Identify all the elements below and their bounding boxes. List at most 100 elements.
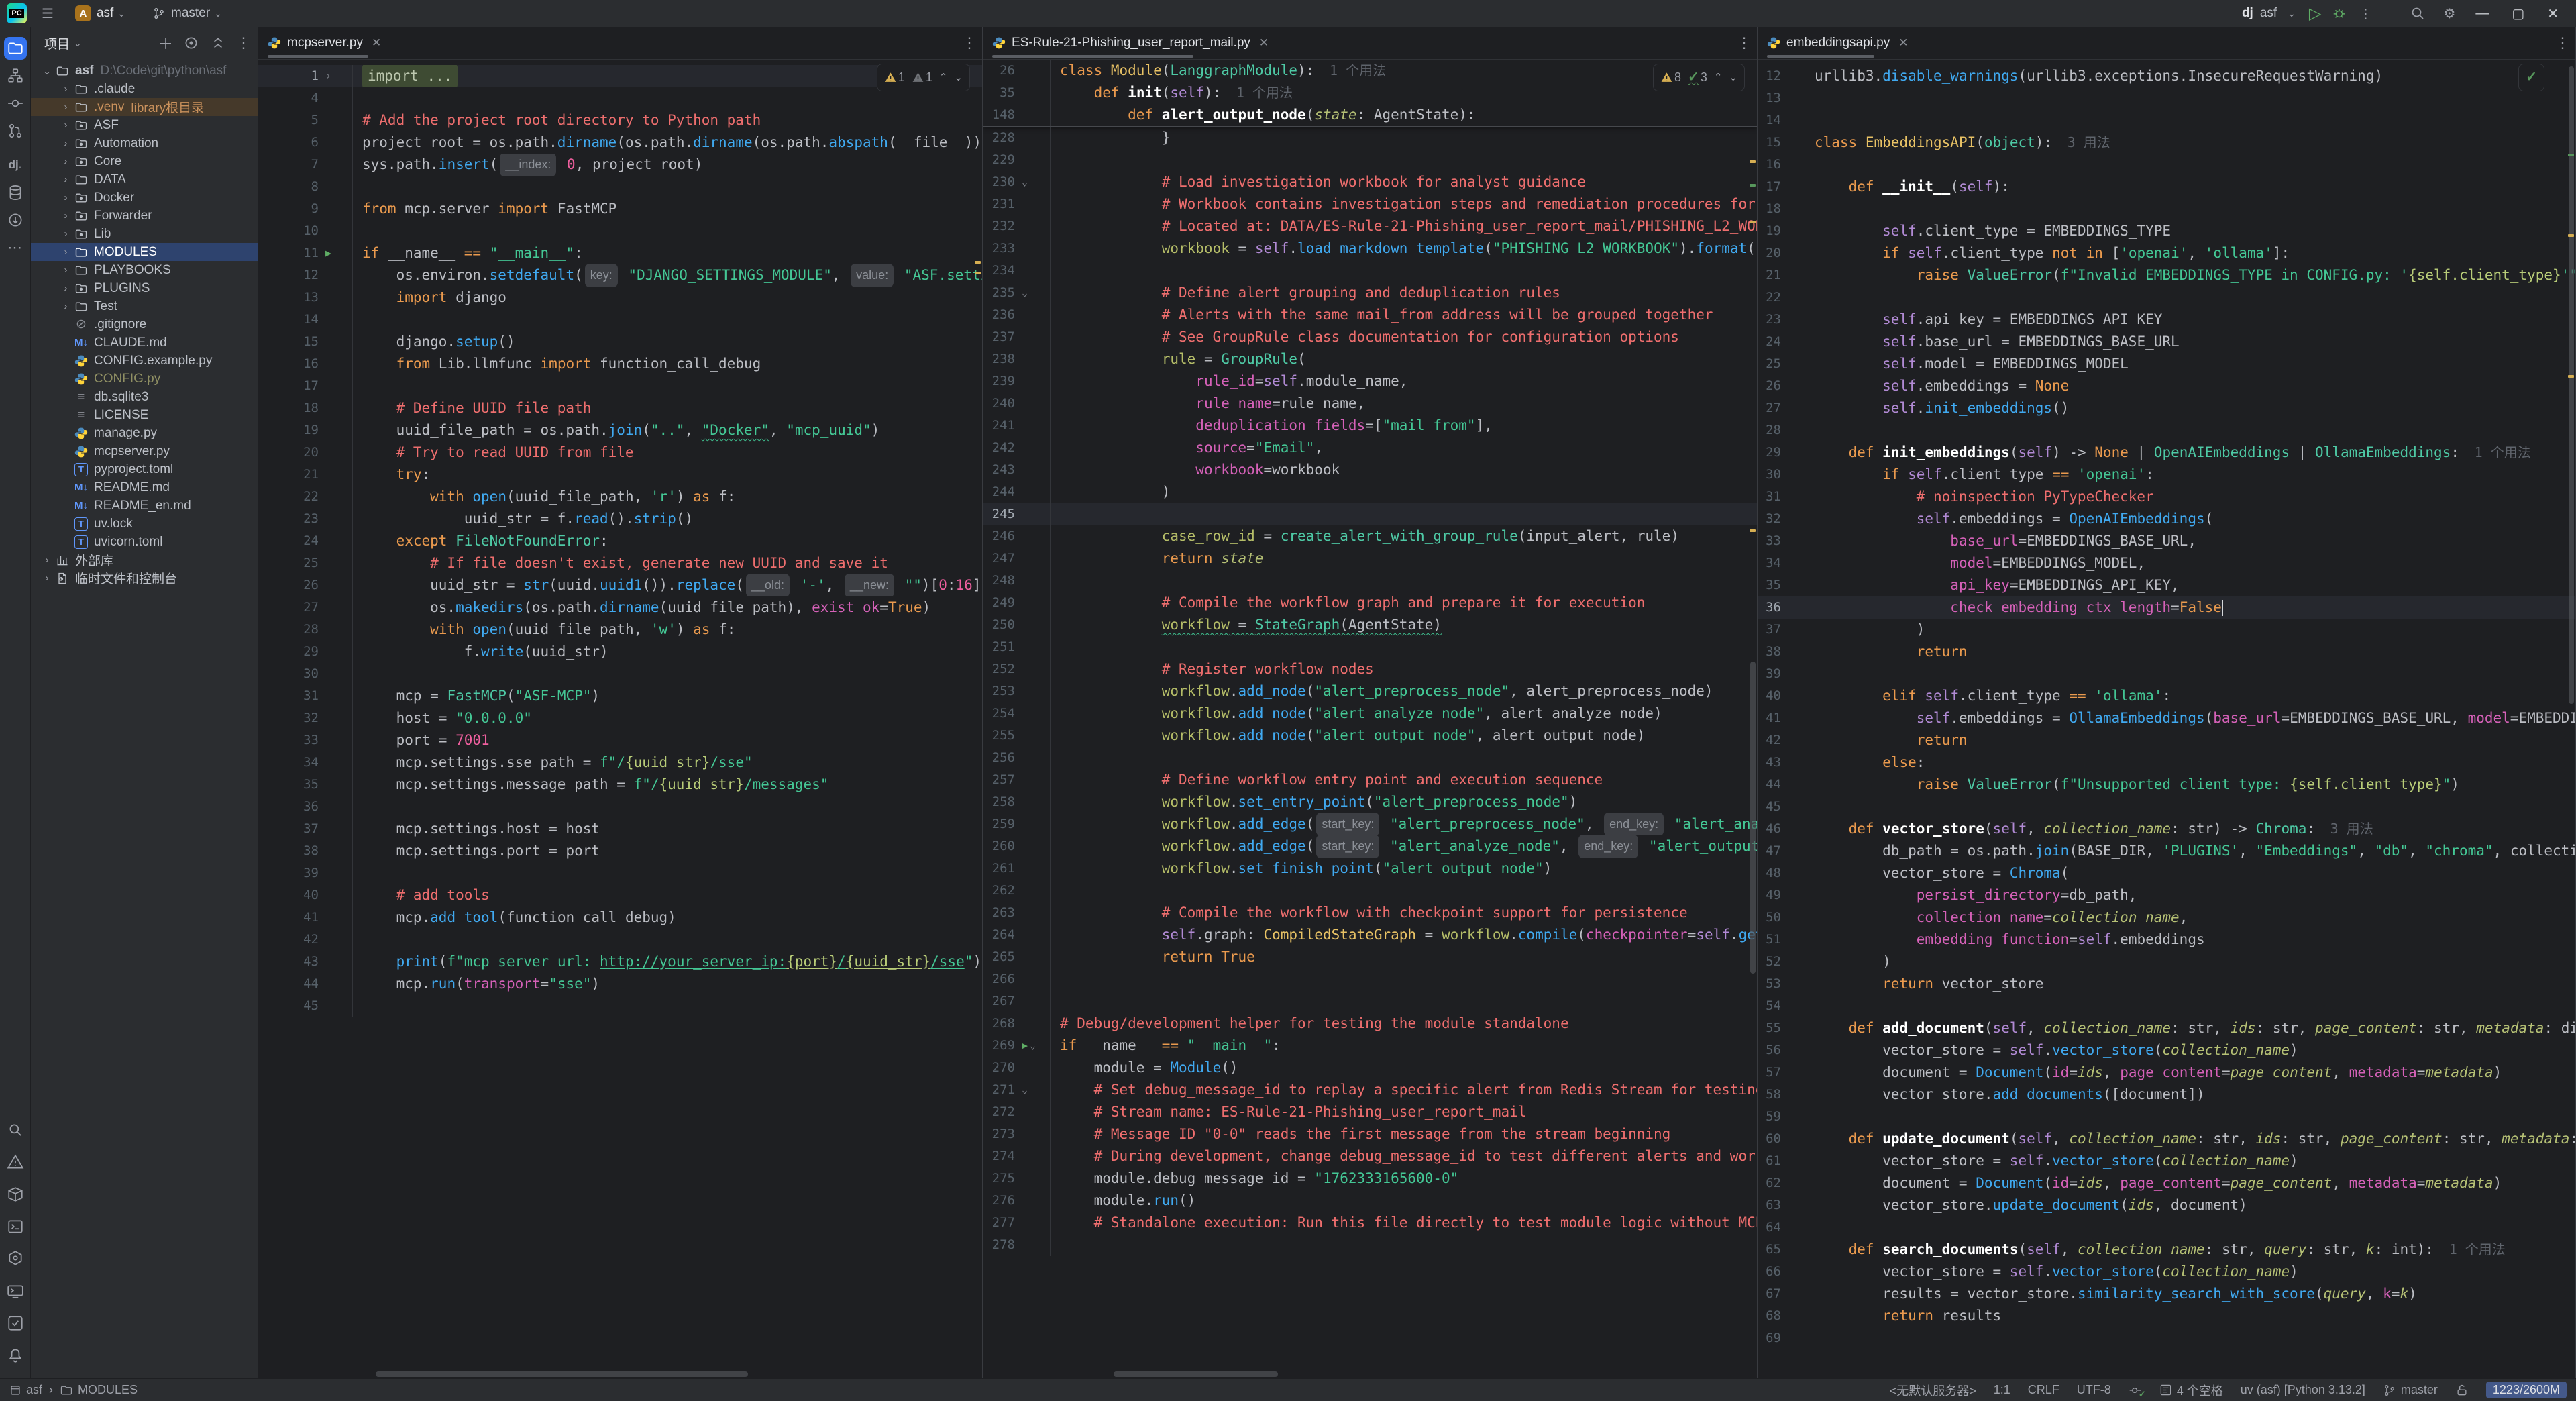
- code-line[interactable]: 14: [1758, 109, 2575, 132]
- run-gutter-icon[interactable]: ▶: [1022, 1035, 1028, 1057]
- code-line[interactable]: 60 def update_document(self, collection_…: [1758, 1128, 2575, 1150]
- code-line[interactable]: 28: [1758, 419, 2575, 442]
- chevron-right-icon[interactable]: ›: [59, 228, 72, 240]
- code-line[interactable]: 233 workbook = self.load_markdown_templa…: [983, 238, 1757, 260]
- error-stripe-mark[interactable]: [1750, 160, 1756, 163]
- fold-gutter-icon[interactable]: ⌄: [1030, 1035, 1036, 1057]
- code-line[interactable]: 50 collection_name=collection_name,: [1758, 906, 2575, 929]
- code-line[interactable]: 252 # Register workflow nodes: [983, 658, 1757, 680]
- collapse-icon[interactable]: [209, 34, 227, 52]
- code-line[interactable]: 65 def search_documents(self, collection…: [1758, 1239, 2575, 1261]
- code-line[interactable]: 64: [1758, 1216, 2575, 1239]
- chevron-right-icon[interactable]: ›: [59, 174, 72, 185]
- down-inspection-icon[interactable]: ⌄: [1729, 66, 1737, 89]
- chevron-right-icon[interactable]: ›: [59, 282, 72, 294]
- ok-inspection-icon[interactable]: ✓: [2526, 66, 2537, 89]
- locate-icon[interactable]: [182, 34, 200, 52]
- code-line[interactable]: 32 host = "0.0.0.0": [258, 707, 982, 729]
- code-line[interactable]: 260 workflow.add_edge(start_key: "alert_…: [983, 835, 1757, 858]
- code-line[interactable]: 19 uuid_file_path = os.path.join("..", "…: [258, 419, 982, 442]
- code-line[interactable]: 241 deduplication_fields=["mail_from"],: [983, 415, 1757, 437]
- code-line[interactable]: 35 def init(self): 1 个用法: [983, 82, 1757, 104]
- code-line[interactable]: 15 class EmbeddingsAPI(object): 3 用法: [1758, 132, 2575, 154]
- code-line[interactable]: 32 self.embeddings = OpenAIEmbeddings(: [1758, 508, 2575, 530]
- code-line[interactable]: 42: [258, 929, 982, 951]
- tree-item-mcpserver.py[interactable]: mcpserver.py: [31, 442, 258, 460]
- tree-item-pyproject.toml[interactable]: T pyproject.toml: [31, 460, 258, 478]
- chevron-right-icon[interactable]: ›: [59, 101, 72, 113]
- tree-item-MODULES[interactable]: › MODULES: [31, 243, 258, 261]
- code-line[interactable]: 12 os.environ.setdefault(key: "DJANGO_SE…: [258, 264, 982, 287]
- tree-item-Core[interactable]: › Core: [31, 152, 258, 170]
- code-line[interactable]: 66 vector_store = self.vector_store(coll…: [1758, 1261, 2575, 1283]
- code-line[interactable]: 58 vector_store.add_documents([document]…: [1758, 1084, 2575, 1106]
- code-line[interactable]: 22: [1758, 287, 2575, 309]
- code-line[interactable]: 148 def alert_output_node(state: AgentSt…: [983, 104, 1757, 126]
- database-icon[interactable]: [4, 181, 27, 204]
- tree-item-README_en.md[interactable]: M↓ README_en.md: [31, 497, 258, 515]
- code-line[interactable]: 49 persist_directory=db_path,: [1758, 884, 2575, 906]
- error-stripe-mark[interactable]: [2568, 154, 2574, 156]
- code-line[interactable]: 33 port = 7001: [258, 729, 982, 751]
- code-line[interactable]: 254 workflow.add_node("alert_analyze_nod…: [983, 703, 1757, 725]
- error-stripe-mark[interactable]: [2568, 375, 2574, 378]
- code-line[interactable]: 268 # Debug/development helper for testi…: [983, 1013, 1757, 1035]
- terminal-icon[interactable]: [4, 1280, 27, 1302]
- code-line[interactable]: 264 self.graph: CompiledStateGraph = wor…: [983, 924, 1757, 946]
- tree-item-Forwarder[interactable]: › Forwarder: [31, 207, 258, 225]
- code-line[interactable]: 57 document = Document(id=ids, page_cont…: [1758, 1061, 2575, 1084]
- settings-gear-icon[interactable]: ⚙: [2438, 3, 2461, 25]
- code-line[interactable]: 39: [258, 862, 982, 884]
- code-line[interactable]: 272 # Stream name: ES-Rule-21-Phishing_u…: [983, 1101, 1757, 1123]
- code-line[interactable]: 276 module.run(): [983, 1190, 1757, 1212]
- code-line[interactable]: 246 case_row_id = create_alert_with_grou…: [983, 525, 1757, 548]
- code-line[interactable]: 239 rule_id=self.module_name,: [983, 370, 1757, 393]
- code-line[interactable]: 34 model=EMBEDDINGS_MODEL,: [1758, 552, 2575, 574]
- code-line[interactable]: 251: [983, 636, 1757, 658]
- status-item-1:1[interactable]: 1:1: [1994, 1383, 2010, 1397]
- up-inspection-icon[interactable]: ⌃: [939, 66, 948, 89]
- services-icon[interactable]: [4, 1247, 27, 1270]
- code-line[interactable]: 36: [258, 796, 982, 818]
- remote-icon[interactable]: [4, 209, 27, 231]
- tree-item-manage.py[interactable]: manage.py: [31, 424, 258, 442]
- project-folder-icon[interactable]: [4, 37, 27, 60]
- todo-icon[interactable]: [4, 1312, 27, 1335]
- chevron-right-icon[interactable]: ›: [40, 554, 54, 566]
- chevron-right-icon[interactable]: ›: [59, 156, 72, 167]
- code-line[interactable]: 27 self.init_embeddings(): [1758, 397, 2575, 419]
- tree-item-.venv[interactable]: › .venvlibrary根目录: [31, 98, 258, 116]
- code-line[interactable]: 40 # add tools: [258, 884, 982, 906]
- tree-item-uv.lock[interactable]: T uv.lock: [31, 515, 258, 533]
- inspections-widget[interactable]: ✓: [2518, 64, 2544, 91]
- tree-item-CONFIG.example.py[interactable]: CONFIG.example.py: [31, 352, 258, 370]
- kebab-icon[interactable]: ⋮: [236, 34, 251, 52]
- code-line[interactable]: 38 return: [1758, 641, 2575, 663]
- code-line[interactable]: 68 return results: [1758, 1305, 2575, 1327]
- down-inspection-icon[interactable]: ⌄: [954, 66, 963, 89]
- status-item-›[interactable]: ›: [49, 1383, 53, 1397]
- code-line[interactable]: 236 # Alerts with the same mail_from add…: [983, 304, 1757, 326]
- tree-item-临时文件和控制台[interactable]: › 临时文件和控制台: [31, 569, 258, 587]
- code-line[interactable]: 41 mcp.add_tool(function_call_debug): [258, 906, 982, 929]
- close-icon[interactable]: ✕: [1898, 36, 1908, 50]
- plus-icon[interactable]: ＋: [158, 32, 173, 54]
- code-line[interactable]: 1 › import ...: [258, 65, 982, 87]
- code-line[interactable]: 247 return state: [983, 548, 1757, 570]
- code-line[interactable]: 15 django.setup(): [258, 331, 982, 353]
- branch-widget[interactable]: master ⌄: [152, 6, 222, 21]
- code-line[interactable]: 243 workbook=workbook: [983, 459, 1757, 481]
- sticky-lines[interactable]: 26 class Module(LanggraphModule): 1 个用法 …: [983, 60, 1757, 127]
- code-line[interactable]: 24 except FileNotFoundError:: [258, 530, 982, 552]
- fold-gutter-icon[interactable]: ⌄: [1022, 1079, 1028, 1101]
- status-item-MODULES[interactable]: MODULES: [60, 1383, 138, 1397]
- code-line[interactable]: 5 # Add the project root directory to Py…: [258, 109, 982, 132]
- chevron-right-icon[interactable]: ›: [59, 119, 72, 131]
- code-line[interactable]: 244 ): [983, 481, 1757, 503]
- code-line[interactable]: 56 vector_store = self.vector_store(coll…: [1758, 1039, 2575, 1061]
- code-line[interactable]: 55 def add_document(self, collection_nam…: [1758, 1017, 2575, 1039]
- code-line[interactable]: 253 workflow.add_node("alert_preprocess_…: [983, 680, 1757, 703]
- code-line[interactable]: 258 workflow.set_entry_point("alert_prep…: [983, 791, 1757, 813]
- code-line[interactable]: 23 self.api_key = EMBEDDINGS_API_KEY: [1758, 309, 2575, 331]
- code-line[interactable]: 21 raise ValueError(f"Invalid EMBEDDINGS…: [1758, 264, 2575, 287]
